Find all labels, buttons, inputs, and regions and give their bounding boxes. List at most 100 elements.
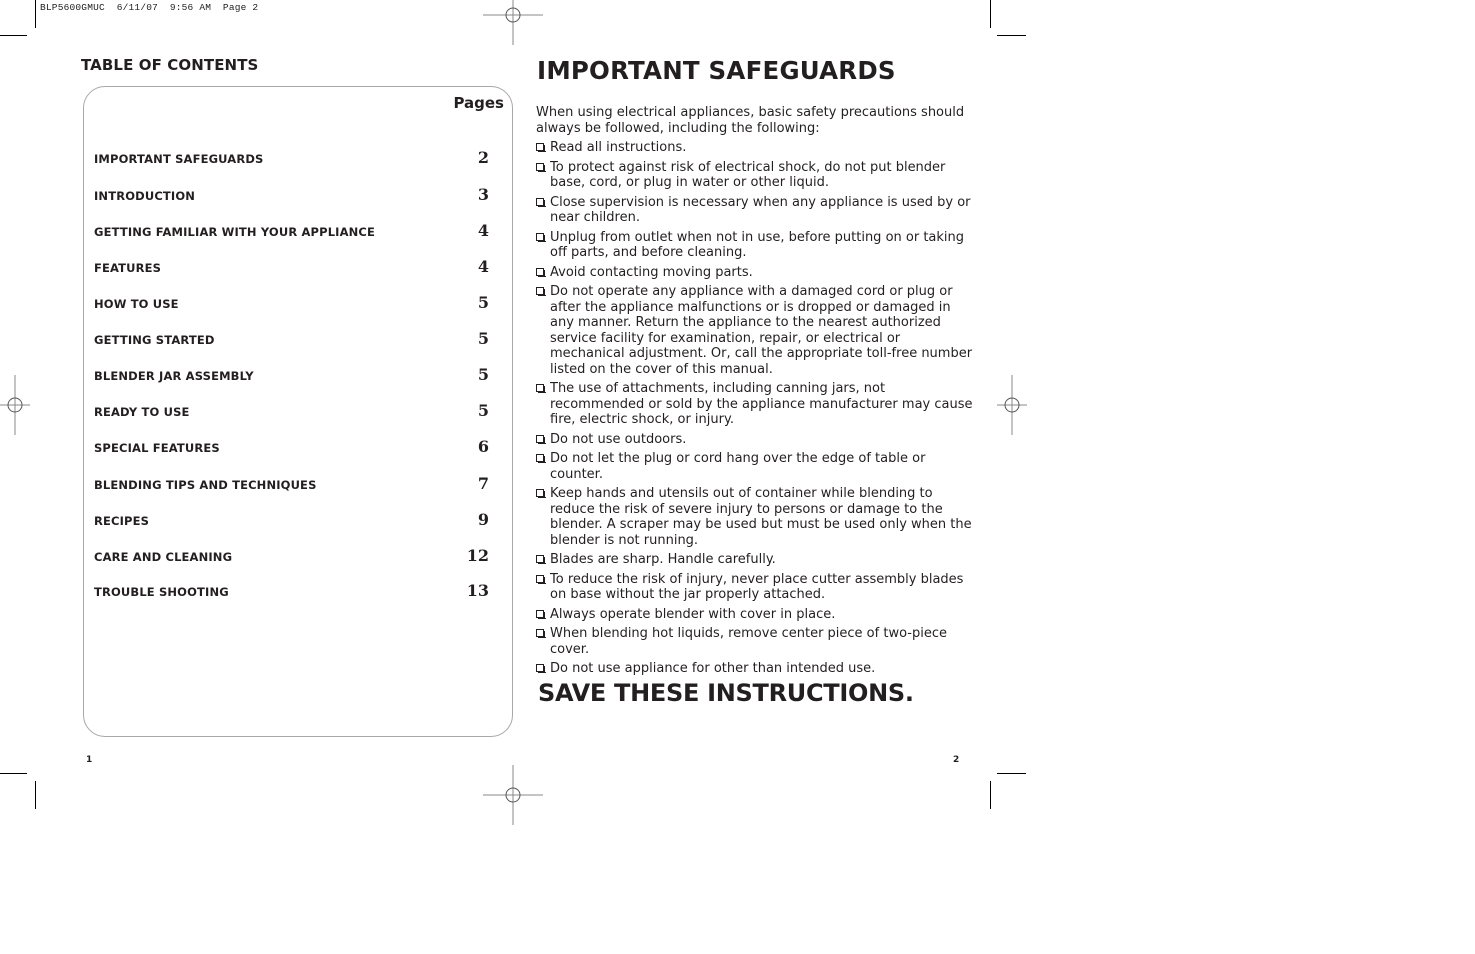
safeguard-item: Avoid contacting moving parts. <box>536 265 976 281</box>
crop-mark <box>990 781 991 809</box>
safeguard-item: Always operate blender with cover in pla… <box>536 607 976 623</box>
safeguard-item: Blades are sharp. Handle carefully. <box>536 552 976 568</box>
checkbox-icon <box>536 197 546 207</box>
toc-entry-label: FEATURES <box>94 261 162 275</box>
crop-mark <box>997 35 1026 36</box>
crop-mark <box>0 773 27 774</box>
checkbox-icon <box>536 162 546 172</box>
checkbox-icon <box>536 629 546 638</box>
toc-entry-page: 5 <box>477 293 489 312</box>
toc-entry-page: 4 <box>477 257 489 276</box>
save-instructions-heading: SAVE THESE INSTRUCTIONS. <box>538 679 914 707</box>
safeguard-item: Do not use outdoors. <box>536 432 976 448</box>
toc-box: Pages IMPORTANT SAFEGUARDS 2 INTRODUCTION 3… <box>83 86 513 737</box>
registration-mark-icon <box>0 375 30 435</box>
toc-entry: IMPORTANT SAFEGUARDS 2 <box>94 148 489 168</box>
safeguard-text: To reduce the risk of injury, never plac… <box>550 571 964 603</box>
toc-entry-page: 2 <box>477 148 489 167</box>
page-title: IMPORTANT SAFEGUARDS <box>537 56 896 85</box>
toc-entry: INTRODUCTION 3 <box>94 185 489 205</box>
safeguard-list: Read all instructions. To protect against… <box>536 140 976 681</box>
printer-slug: BLP5600GMUC 6/11/07 9:56 AM Page 2 <box>40 2 259 13</box>
toc-entry: BLENDER JAR ASSEMBLY 5 <box>94 365 489 385</box>
toc-entry-label: SPECIAL FEATURES <box>94 441 220 455</box>
page-number-right: 2 <box>953 755 960 765</box>
crop-mark <box>990 0 991 28</box>
toc-entry: READY TO USE 5 <box>94 401 489 421</box>
safeguard-text: The use of attachments, including cannin… <box>550 381 973 427</box>
toc-entry: TROUBLE SHOOTING 13 <box>94 581 489 601</box>
safeguard-item: Do not use appliance for other than inte… <box>536 661 976 677</box>
safeguard-text: Always operate blender with cover in pla… <box>550 606 836 622</box>
checkbox-icon <box>536 555 546 564</box>
safeguard-text: Do not use outdoors. <box>550 431 687 447</box>
checkbox-icon <box>536 232 546 242</box>
safeguard-text: Do not operate any appliance with a dama… <box>550 284 973 377</box>
safeguard-text: Unplug from outlet when not in use, befo… <box>550 229 965 261</box>
toc-entry-page: 5 <box>477 401 489 420</box>
toc-entry-label: READY TO USE <box>94 405 190 419</box>
checkbox-icon <box>536 454 546 463</box>
crop-mark <box>35 781 36 809</box>
pages-header: Pages <box>453 94 504 112</box>
registration-mark-icon <box>483 765 543 825</box>
toc-entry: BLENDING TIPS AND TECHNIQUES 7 <box>94 474 489 494</box>
toc-entry-page: 4 <box>477 221 489 240</box>
safeguard-item: Keep hands and utensils out of container… <box>536 486 976 548</box>
safeguard-item: Read all instructions. <box>536 140 976 156</box>
toc-entry-page: 7 <box>477 474 489 493</box>
safeguard-item: To reduce the risk of injury, never plac… <box>536 572 976 603</box>
toc-entry: RECIPES 9 <box>94 510 489 530</box>
safeguard-item: Do not operate any appliance with a dama… <box>536 284 976 377</box>
toc-entry-page: 13 <box>466 581 489 600</box>
safeguard-text: Avoid contacting moving parts. <box>550 264 753 280</box>
safeguard-text: Do not let the plug or cord hang over th… <box>550 451 926 482</box>
safeguard-item: To protect against risk of electrical sh… <box>536 160 976 191</box>
toc-entry-label: TROUBLE SHOOTING <box>94 585 229 599</box>
checkbox-icon <box>536 434 546 444</box>
toc-entry-page: 5 <box>477 329 489 348</box>
toc-entry: SPECIAL FEATURES 6 <box>94 437 489 457</box>
toc-entry-page: 5 <box>477 365 489 384</box>
toc-entry: CARE AND CLEANING 12 <box>94 546 489 566</box>
toc-entry-page: 6 <box>477 437 489 456</box>
safeguard-text: Close supervision is necessary when any … <box>550 194 971 226</box>
checkbox-icon <box>536 574 546 584</box>
intro-paragraph: When using electrical appliances, basic … <box>536 105 965 136</box>
safeguard-item: Unplug from outlet when not in use, befo… <box>536 230 976 261</box>
checkbox-icon <box>536 384 546 393</box>
safeguard-text: Blades are sharp. Handle carefully. <box>550 552 776 567</box>
toc-entry-label: INTRODUCTION <box>94 189 196 203</box>
safeguard-item: The use of attachments, including cannin… <box>536 381 976 428</box>
page-number-left: 1 <box>86 755 93 765</box>
toc-entry-page: 3 <box>477 185 489 204</box>
toc-entry-label: BLENDER JAR ASSEMBLY <box>94 369 254 383</box>
checkbox-icon <box>536 489 546 498</box>
safeguard-text: When blending hot liquids, remove center… <box>550 626 947 657</box>
checkbox-icon <box>536 664 546 673</box>
toc-entry-label: BLENDING TIPS AND TECHNIQUES <box>94 478 317 492</box>
toc-entry: GETTING FAMILIAR WITH YOUR APPLIANCE 4 <box>94 221 489 241</box>
registration-mark-icon <box>997 375 1027 435</box>
toc-title: TABLE OF CONTENTS <box>81 56 259 74</box>
safeguard-text: Do not use appliance for other than inte… <box>550 661 876 676</box>
checkbox-icon <box>536 287 546 296</box>
safeguard-text: To protect against risk of electrical sh… <box>550 159 946 191</box>
safeguard-text: Keep hands and utensils out of container… <box>550 486 972 548</box>
toc-entry-label: HOW TO USE <box>94 297 179 311</box>
toc-entry: GETTING STARTED 5 <box>94 329 489 349</box>
registration-mark-icon <box>483 0 543 45</box>
safeguard-item: Close supervision is necessary when any … <box>536 195 976 226</box>
toc-entry-label: CARE AND CLEANING <box>94 550 233 564</box>
toc-entry-label: GETTING STARTED <box>94 333 215 347</box>
safeguard-item: When blending hot liquids, remove center… <box>536 626 976 657</box>
safeguard-item: Do not let the plug or cord hang over th… <box>536 451 976 482</box>
toc-entry-label: IMPORTANT SAFEGUARDS <box>94 152 264 166</box>
checkbox-icon <box>536 609 546 619</box>
toc-entry-page: 12 <box>466 546 489 565</box>
crop-mark <box>997 773 1026 774</box>
checkbox-icon <box>536 267 546 277</box>
toc-entry-label: RECIPES <box>94 514 150 528</box>
crop-mark <box>0 35 27 36</box>
toc-entry-page: 9 <box>477 510 489 529</box>
